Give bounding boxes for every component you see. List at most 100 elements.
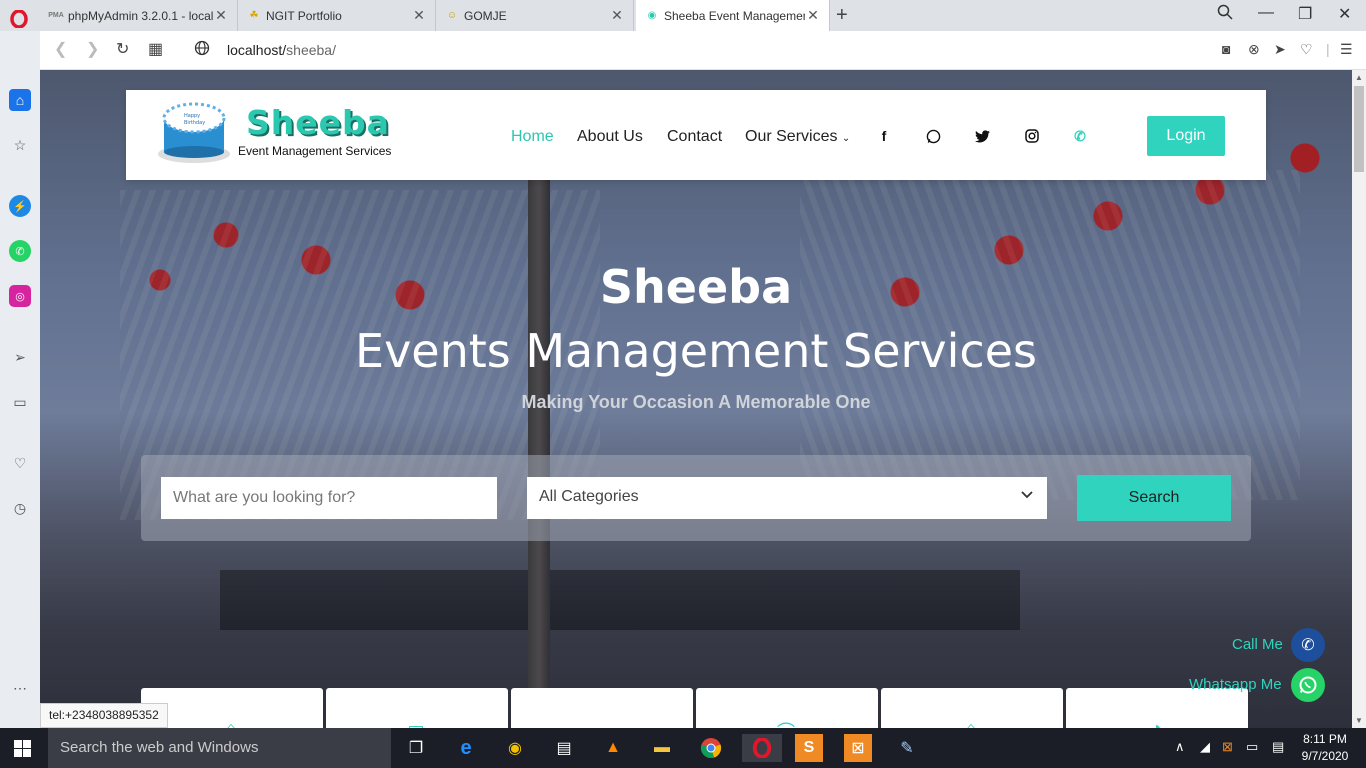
scrollbar-thumb[interactable] <box>1354 86 1364 172</box>
opera-taskbar-icon[interactable] <box>742 734 782 762</box>
taskbar-search[interactable]: Search the web and Windows <box>48 728 391 768</box>
nav-our-services[interactable]: Our Services ⌄ <box>745 128 850 146</box>
monitor-icon: ▭ <box>407 718 425 728</box>
url-path: sheeba/ <box>286 42 336 58</box>
close-tab-icon[interactable]: ✕ <box>213 7 229 24</box>
browser-sidebar: ⌂ ☆ ⚡ ✆ ◎ ➢ ▭ ♡ ◷ ⋯ <box>0 31 40 728</box>
tray-chevron-icon[interactable]: ∧ <box>1175 739 1185 755</box>
call-me-label[interactable]: Call Me <box>1232 636 1283 653</box>
opera-logo-icon[interactable] <box>8 8 30 30</box>
close-tab-icon[interactable]: ✕ <box>805 7 821 24</box>
clock-date: 9/7/2020 <box>1301 749 1349 763</box>
url-field[interactable]: localhost/sheeba/ <box>227 42 336 58</box>
minimize-icon[interactable]: — <box>1258 4 1274 22</box>
store-icon[interactable]: ▤ <box>550 734 578 762</box>
network-icon[interactable]: ◢ <box>1200 739 1210 755</box>
tabs-grid-icon[interactable]: ▦ <box>148 39 163 59</box>
send-icon[interactable]: ➤ <box>1274 41 1286 58</box>
page-scrollbar[interactable]: ▲ ▼ <box>1352 70 1366 728</box>
service-card[interactable]: ▬ <box>511 688 693 728</box>
nav-about-us[interactable]: About Us <box>577 128 643 146</box>
xampp-tray-icon[interactable]: ⊠ <box>1222 739 1233 755</box>
wallet-icon[interactable]: ▭ <box>9 391 31 413</box>
brand-tagline: Event Management Services <box>238 144 392 158</box>
tab-ngit-portfolio[interactable]: ☘ NGIT Portfolio ✕ <box>238 0 436 31</box>
search-button[interactable]: Search <box>1077 475 1231 521</box>
whatsapp-me-label[interactable]: Whatsapp Me <box>1189 676 1282 693</box>
windows-start-icon[interactable] <box>12 738 32 758</box>
cake-logo-icon[interactable]: Happy Birthday <box>156 96 232 164</box>
new-tab-icon[interactable]: + <box>836 4 848 27</box>
edge-icon[interactable]: e <box>452 734 480 762</box>
facebook-icon[interactable]: f <box>874 126 894 146</box>
favorites-heart-icon[interactable]: ♡ <box>9 452 31 474</box>
history-icon[interactable]: ◷ <box>9 497 31 519</box>
messenger-icon[interactable]: ⚡ <box>9 195 31 217</box>
taskbar-clock[interactable]: 8:11 PM 9/7/2020 <box>1300 731 1350 765</box>
more-icon[interactable]: ⋯ <box>9 677 31 699</box>
tab-search-icon[interactable] <box>1217 4 1233 25</box>
home-icon[interactable]: ⌂ <box>9 89 31 111</box>
maximize-icon[interactable]: ❐ <box>1298 4 1312 24</box>
camera-icon[interactable]: ◙ <box>1222 41 1230 57</box>
tab-phpmyadmin[interactable]: PMA phpMyAdmin 3.2.0.1 - local ✕ <box>40 0 238 31</box>
brand-name[interactable]: Sheeba <box>246 103 390 142</box>
instagram-icon[interactable] <box>1022 126 1042 146</box>
search-panel: All Categories Search <box>141 455 1251 541</box>
notifications-icon[interactable]: ▤ <box>1272 739 1284 755</box>
service-card[interactable]: ⌂ <box>881 688 1063 728</box>
menu-icon[interactable]: ☰ <box>1340 41 1353 58</box>
search-input[interactable] <box>161 477 497 519</box>
close-tab-icon[interactable]: ✕ <box>609 7 625 24</box>
browser-tab-bar: PMA phpMyAdmin 3.2.0.1 - local ✕ ☘ NGIT … <box>0 0 1366 31</box>
house-icon: ⌂ <box>965 718 977 728</box>
nav-home[interactable]: Home <box>511 128 554 146</box>
twitter-icon[interactable] <box>972 126 992 146</box>
windows-taskbar: Search the web and Windows ❐ e ◉ ▤ ▲ ▬ S… <box>0 728 1366 768</box>
nav-contact[interactable]: Contact <box>667 128 722 146</box>
bookmarks-icon[interactable]: ☆ <box>9 134 31 156</box>
clock-time: 8:11 PM <box>1303 732 1347 746</box>
forward-icon[interactable]: ❯ <box>86 39 99 59</box>
globe-icon <box>194 40 210 61</box>
paint-icon[interactable]: ✎ <box>893 734 921 762</box>
service-card[interactable]: ▭ <box>326 688 508 728</box>
login-button[interactable]: Login <box>1147 116 1225 156</box>
tab-gomje[interactable]: ☺ GOMJE ✕ <box>436 0 634 31</box>
whatsapp-icon[interactable] <box>923 126 943 146</box>
heart-icon[interactable]: ♡ <box>1300 41 1313 58</box>
tab-sheeba[interactable]: ◉ Sheeba Event Management ✕ <box>636 0 830 31</box>
close-tab-icon[interactable]: ✕ <box>411 7 427 24</box>
xampp-icon[interactable]: ⊠ <box>844 734 872 762</box>
phone-icon[interactable]: ✆ <box>1070 126 1090 146</box>
separator: | <box>1326 41 1330 57</box>
whatsapp-float-icon[interactable] <box>1291 668 1325 702</box>
vlc-icon[interactable]: ▲ <box>599 734 627 762</box>
hero-subtitle: Making Your Occasion A Memorable One <box>521 392 871 412</box>
category-select[interactable]: All Categories <box>527 477 1047 519</box>
scroll-up-icon[interactable]: ▲ <box>1355 73 1363 82</box>
call-phone-icon[interactable]: ✆ <box>1291 628 1325 662</box>
ngit-favicon-icon: ☘ <box>249 10 259 21</box>
service-card[interactable]: ⌂ <box>141 688 323 728</box>
reload-icon[interactable]: ↻ <box>116 39 129 59</box>
sublime-text-icon[interactable]: S <box>795 734 823 762</box>
file-explorer-icon[interactable]: ▬ <box>648 734 676 762</box>
service-card[interactable]: ◔ <box>1066 688 1248 728</box>
whatsapp-icon[interactable]: ✆ <box>9 240 31 262</box>
app-icon[interactable]: ◉ <box>501 734 529 762</box>
instagram-icon[interactable]: ◎ <box>9 285 31 307</box>
flow-icon[interactable]: ➢ <box>9 346 31 368</box>
gomje-favicon-icon: ☺ <box>446 10 458 21</box>
service-card[interactable]: ⌒ <box>696 688 878 728</box>
task-view-icon[interactable]: ❐ <box>402 734 430 762</box>
adblock-icon[interactable]: ⊗ <box>1248 41 1260 58</box>
close-window-icon[interactable]: ✕ <box>1338 4 1351 24</box>
scroll-down-icon[interactable]: ▼ <box>1355 716 1363 725</box>
chrome-icon[interactable] <box>697 734 725 762</box>
battery-icon[interactable]: ▭ <box>1246 739 1258 755</box>
chevron-down-icon: ⌄ <box>841 133 851 144</box>
hero-title-line2: Events Management Services <box>355 324 1037 378</box>
chevron-down-icon <box>1021 486 1033 502</box>
back-icon[interactable]: ❮ <box>54 39 67 59</box>
